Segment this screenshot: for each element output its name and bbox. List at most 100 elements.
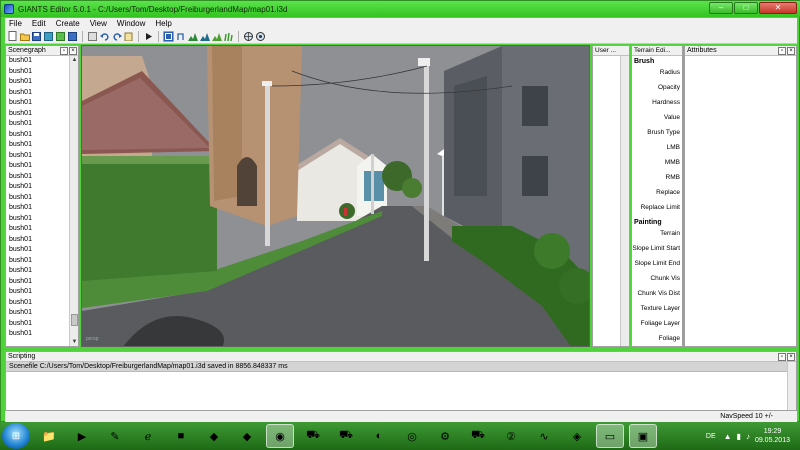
menu-create[interactable]: Create [56,19,80,28]
list-item[interactable]: bush01 [9,329,70,340]
list-item[interactable]: bush01 [9,224,70,235]
globe-settings-icon[interactable] [255,31,266,42]
list-item[interactable]: bush01 [9,98,70,109]
pen-tool-icon[interactable]: ✎ [101,424,129,448]
harvester-game-icon[interactable]: ⛟ [332,424,360,448]
list-item[interactable]: bush01 [9,140,70,151]
list-item[interactable]: bush01 [9,67,70,78]
list-item[interactable]: bush01 [9,266,70,277]
internet-explorer-icon[interactable]: ℯ [134,424,162,448]
field-texture-layer[interactable]: Texture Layer [632,301,682,316]
close-button[interactable]: ✕ [759,2,797,14]
nvidia-icon[interactable]: ◈ [563,424,591,448]
tractor-game-icon[interactable]: ⛟ [299,424,327,448]
field-replace[interactable]: Replace [632,185,682,200]
field-lmb[interactable]: LMB [632,140,682,155]
list-item[interactable]: bush01 [9,88,70,99]
float-panel-icon[interactable]: ▫ [60,46,68,55]
media-player-icon[interactable]: ▶ [68,424,96,448]
game-2012-icon[interactable]: ◆ [233,424,261,448]
field-foliage-channels[interactable]: Foliage Channels [632,331,682,346]
list-item[interactable]: bush01 [9,109,70,120]
farm-game-icon[interactable]: ⛟ [464,424,492,448]
folder-app-icon[interactable]: ▭ [596,424,624,448]
list-item[interactable]: bush01 [9,319,70,330]
move-tool-icon[interactable] [175,31,186,42]
scroll-up-icon[interactable]: ▲ [70,56,79,64]
menu-edit[interactable]: Edit [32,19,46,28]
list-item[interactable]: bush01 [9,172,70,183]
field-rmb[interactable]: RMB [632,170,682,185]
menu-help[interactable]: Help [155,19,171,28]
3d-viewport[interactable]: persp [81,45,590,347]
grass-paint-icon[interactable] [223,31,234,42]
play-icon[interactable] [143,31,154,42]
select-tool-icon[interactable] [163,30,174,42]
field-radius[interactable]: Radius [632,65,682,80]
scroll-down-icon[interactable]: ▼ [70,338,79,346]
list-item[interactable]: bush01 [9,235,70,246]
volume-icon[interactable]: ♪ [746,432,750,441]
steam-icon[interactable]: ⚙ [431,424,459,448]
menu-window[interactable]: Window [117,19,145,28]
explorer-icon[interactable]: 📁 [35,424,63,448]
float-panel-icon[interactable]: ▫ [778,46,786,55]
terrain-sculpt-icon[interactable] [187,31,198,42]
menu-file[interactable]: File [9,19,22,28]
list-item[interactable]: bush01 [9,161,70,172]
scripting-scrollbar[interactable] [787,362,796,410]
list-item[interactable]: bush01 [9,298,70,309]
blender-icon[interactable]: ◎ [398,424,426,448]
minimize-button[interactable]: – [709,2,733,14]
script-input[interactable] [6,372,788,410]
new-file-icon[interactable] [7,31,18,42]
title-bar[interactable]: GIANTS Editor 5.0.1 - C:/Users/Tom/Deskt… [1,1,800,17]
list-item[interactable]: bush01 [9,287,70,298]
field-slope-limit-start[interactable]: Slope Limit Start [632,241,682,256]
field-terrain[interactable]: Terrain [632,226,682,241]
start-button[interactable]: ⊞ [2,423,30,449]
list-item[interactable]: bush01 [9,308,70,319]
list-item[interactable]: bush01 [9,182,70,193]
close-panel-icon[interactable]: × [787,46,795,55]
save-all-icon[interactable] [43,31,54,42]
tray-arrow-icon[interactable]: ▲ [724,432,732,441]
list-item[interactable]: bush01 [9,277,70,288]
field-opacity[interactable]: Opacity [632,80,682,95]
terrain-paint-icon[interactable] [199,31,210,42]
list-item[interactable]: bush01 [9,119,70,130]
import-icon[interactable] [67,31,78,42]
maximize-button[interactable]: □ [734,2,758,14]
list-item[interactable]: bush01 [9,193,70,204]
clock[interactable]: 19:29 09.05.2013 [755,427,790,445]
language-indicator[interactable]: DE [706,433,716,440]
field-chunk-vis[interactable]: Chunk Vis [632,271,682,286]
field-mmb[interactable]: MMB [632,155,682,170]
undo-icon[interactable] [99,31,110,42]
save-icon[interactable] [31,31,42,42]
user-panel-scrollbar[interactable] [620,56,629,346]
scroll-thumb[interactable] [71,314,78,326]
globe-icon[interactable] [243,31,254,42]
menu-view[interactable]: View [90,19,107,28]
field-value[interactable]: Value [632,110,682,125]
export-icon[interactable] [55,31,66,42]
cut-icon[interactable] [87,31,98,42]
list-item[interactable]: bush01 [9,77,70,88]
list-item[interactable]: bush01 [9,245,70,256]
close-panel-icon[interactable]: × [787,352,795,361]
field-replace-limit[interactable]: Replace Limit [632,200,682,215]
list-item[interactable]: bush01 [9,130,70,141]
foliage-paint-icon[interactable] [211,31,222,42]
field-brush-type[interactable]: Brush Type [632,125,682,140]
field-hardness[interactable]: Hardness [632,95,682,110]
list-item[interactable]: bush01 [9,256,70,267]
game-99-icon[interactable]: ◆ [200,424,228,448]
giants-editor-icon[interactable]: ▣ [629,424,657,448]
field-foliage-layer[interactable]: Foliage Layer [632,316,682,331]
list-item[interactable]: bush01 [9,203,70,214]
close-panel-icon[interactable]: × [69,46,77,55]
ccleaner-icon[interactable]: ◐ [365,424,393,448]
app-2-icon[interactable]: ② [497,424,525,448]
list-item[interactable]: bush01 [9,214,70,225]
